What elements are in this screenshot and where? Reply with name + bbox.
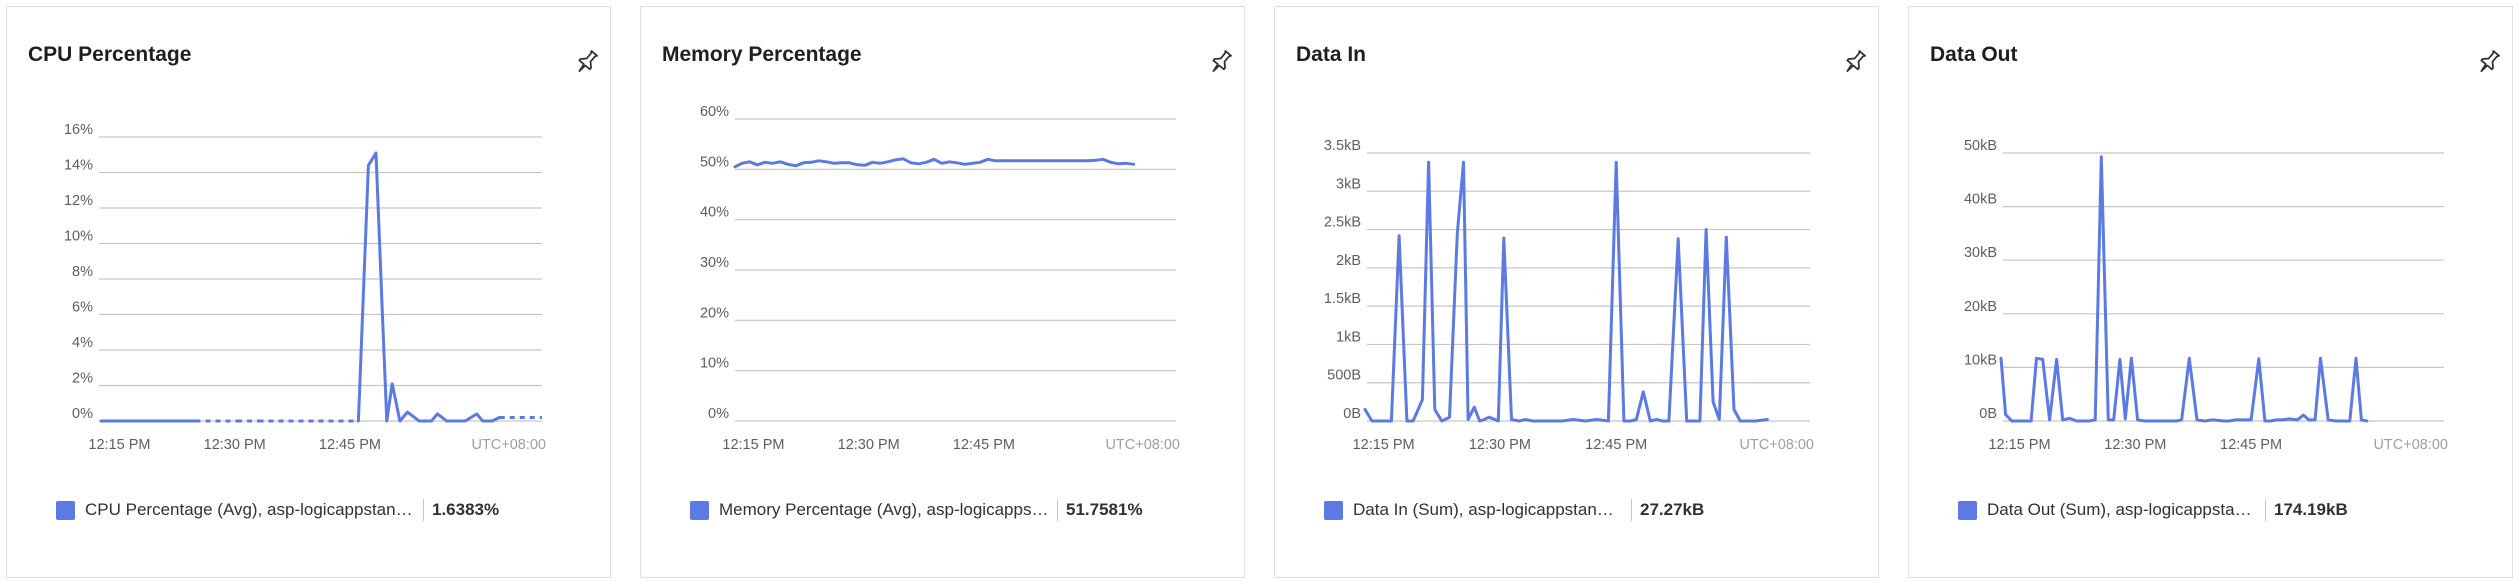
y-tick-label: 2% (72, 371, 93, 387)
y-tick-label: 3kB (1336, 176, 1361, 192)
legend-label: Data Out (Sum), asp-logicappstandard-ad3… (1987, 500, 2257, 519)
y-tick-label: 40% (700, 205, 729, 221)
x-tick-label: 12:45 PM (319, 437, 381, 453)
y-tick-label: 60% (700, 104, 729, 120)
data-in-chart: 0B 500B 1kB 1.5kB 2kB 2.5kB 3kB 3.5kB 12:15 PM 12… (1324, 138, 1814, 453)
y-tick-label: 3.5kB (1324, 138, 1361, 154)
y-tick-label: 10% (700, 356, 729, 372)
tile-data-in[interactable]: Data In 0B 500B 1kB 1.5kB 2kB 2.5kB 3kB 3.5kB 12… (1274, 6, 1879, 578)
y-tick-label: 0B (1343, 406, 1361, 422)
y-tick-label: 20% (700, 305, 729, 321)
timezone-label: UTC+08:00 (1739, 437, 1814, 453)
y-tick-label: 1.5kB (1324, 291, 1361, 307)
legend-swatch (690, 500, 709, 520)
series-line (1999, 155, 2369, 423)
legend-swatch (56, 500, 75, 520)
x-tick-label: 12:15 PM (1353, 437, 1415, 453)
x-tick-label: 12:45 PM (1585, 437, 1647, 453)
y-tick-label: 40kB (1964, 192, 1997, 208)
legend-value: 27.27kB (1640, 500, 1705, 519)
y-tick-label: 12% (64, 193, 93, 209)
x-tick-label: 12:30 PM (204, 437, 266, 453)
x-tick-label: 12:15 PM (1988, 437, 2050, 453)
y-tick-label: 500B (1327, 368, 1361, 384)
timezone-label: UTC+08:00 (1105, 437, 1180, 453)
legend-label: Memory Percentage (Avg), asp-logicappsta… (719, 500, 1049, 519)
legend-value: 174.19kB (2274, 500, 2348, 519)
legend-swatch (1324, 500, 1343, 520)
legend-divider (1057, 499, 1058, 521)
legend-value: 1.6383% (432, 500, 500, 519)
tile-cpu-percentage[interactable]: CPU Percentage 0% 2% 4% 6% 8% 10% 12% 14% 16% 12:… (6, 6, 611, 578)
x-tick-label: 12:45 PM (953, 437, 1015, 453)
tile-data-out[interactable]: Data Out 0B 10kB 20kB 30kB 40kB 50kB 12:15 PM 1… (1908, 6, 2513, 578)
y-tick-label: 10% (64, 229, 93, 245)
y-tick-label: 1kB (1336, 329, 1361, 345)
y-tick-label: 6% (72, 300, 93, 316)
x-tick-label: 12:15 PM (88, 437, 150, 453)
x-tick-label: 12:30 PM (2104, 437, 2166, 453)
y-tick-label: 50% (700, 154, 729, 170)
x-tick-label: 12:45 PM (2220, 437, 2282, 453)
legend-item[interactable]: CPU Percentage (Avg), asp-logicappstanda… (56, 499, 499, 521)
y-tick-label: 50kB (1964, 138, 1997, 154)
y-tick-label: 30% (700, 255, 729, 271)
tile-memory-percentage[interactable]: Memory Percentage 0% 10% 20% 30% 40% 50% 60% 12… (640, 6, 1245, 578)
legend-label: CPU Percentage (Avg), asp-logicappstanda… (85, 500, 415, 519)
series-line (356, 151, 502, 423)
data-out-chart: 0B 10kB 20kB 30kB 40kB 50kB 12:15 PM 12:30 PM 12… (1964, 138, 2448, 453)
legend-item[interactable]: Data Out (Sum), asp-logicappstandard-ad3… (1958, 499, 2348, 521)
legend-item[interactable]: Data In (Sum), asp-logicappstandard-ad34… (1324, 499, 1704, 521)
y-tick-label: 0B (1979, 406, 1997, 422)
y-tick-label: 4% (72, 335, 93, 351)
x-tick-label: 12:30 PM (838, 437, 900, 453)
y-tick-label: 0% (708, 406, 729, 422)
legend-value: 51.7581% (1066, 500, 1143, 519)
y-tick-label: 2kB (1336, 253, 1361, 269)
y-tick-label: 20kB (1964, 299, 1997, 315)
y-tick-label: 16% (64, 122, 93, 138)
x-tick-label: 12:15 PM (722, 437, 784, 453)
timezone-label: UTC+08:00 (2373, 437, 2448, 453)
legend-divider (1631, 499, 1632, 521)
y-tick-label: 8% (72, 264, 93, 280)
y-tick-label: 30kB (1964, 245, 1997, 261)
legend-swatch (1958, 500, 1977, 520)
memory-chart: 0% 10% 20% 30% 40% 50% 60% 12:15 PM 12:30 PM 12:4… (700, 104, 1180, 453)
legend-item[interactable]: Memory Percentage (Avg), asp-logicappsta… (690, 499, 1143, 521)
cpu-chart: 0% 2% 4% 6% 8% 10% 12% 14% 16% 12:15 PM 12:30 PM 12… (64, 122, 546, 453)
legend-divider (2265, 499, 2266, 521)
y-tick-label: 10kB (1964, 352, 1997, 368)
legend-label: Data In (Sum), asp-logicappstandard-ad34 (1353, 500, 1623, 519)
y-tick-label: 2.5kB (1324, 215, 1361, 231)
y-tick-label: 14% (64, 158, 93, 174)
series-line (733, 157, 1136, 169)
y-tick-label: 0% (72, 406, 93, 422)
timezone-label: UTC+08:00 (471, 437, 546, 453)
x-tick-label: 12:30 PM (1469, 437, 1531, 453)
legend-divider (423, 499, 424, 521)
